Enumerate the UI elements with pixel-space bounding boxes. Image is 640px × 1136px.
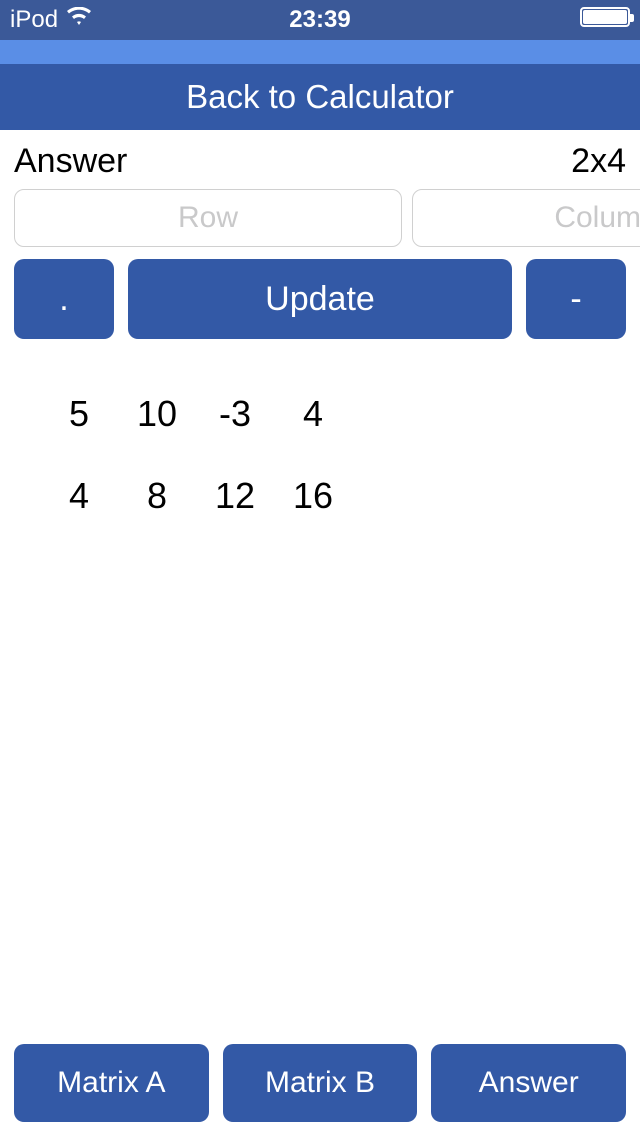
update-button[interactable]: Update (128, 259, 512, 339)
battery-icon (580, 6, 630, 34)
matrix-cell: 8 (118, 475, 196, 517)
dot-button[interactable]: . (14, 259, 114, 339)
tab-answer[interactable]: Answer (431, 1044, 626, 1122)
matrix-cell: 12 (196, 475, 274, 517)
header-row: Answer 2x4 (0, 130, 640, 189)
minus-button[interactable]: - (526, 259, 626, 339)
page-title: Answer (14, 142, 127, 181)
clock: 23:39 (289, 6, 350, 34)
matrix-cell: 10 (118, 393, 196, 435)
back-label: Back to Calculator (186, 78, 454, 116)
nav-bar[interactable]: Back to Calculator (0, 64, 640, 130)
matrix-row: 4 8 12 16 (40, 475, 600, 517)
matrix-cell: 5 (40, 393, 118, 435)
input-row (0, 189, 640, 259)
row-input[interactable] (14, 189, 402, 247)
button-row: . Update - (0, 259, 640, 353)
matrix-row: 5 10 -3 4 (40, 393, 600, 435)
matrix-cell: 16 (274, 475, 352, 517)
matrix-cell: 4 (274, 393, 352, 435)
matrix-dimensions: 2x4 (571, 142, 626, 181)
device-label: iPod (10, 6, 58, 34)
matrix-cell: -3 (196, 393, 274, 435)
status-bar: iPod 23:39 (0, 0, 640, 40)
matrix-cell: 4 (40, 475, 118, 517)
wifi-icon (66, 6, 92, 34)
tab-matrix-b[interactable]: Matrix B (223, 1044, 418, 1122)
column-input[interactable] (412, 189, 640, 247)
accent-strip (0, 40, 640, 64)
tab-matrix-a[interactable]: Matrix A (14, 1044, 209, 1122)
bottom-tabs: Matrix A Matrix B Answer (14, 1044, 626, 1122)
status-left: iPod (10, 6, 92, 34)
matrix-display: 5 10 -3 4 4 8 12 16 (0, 353, 640, 597)
